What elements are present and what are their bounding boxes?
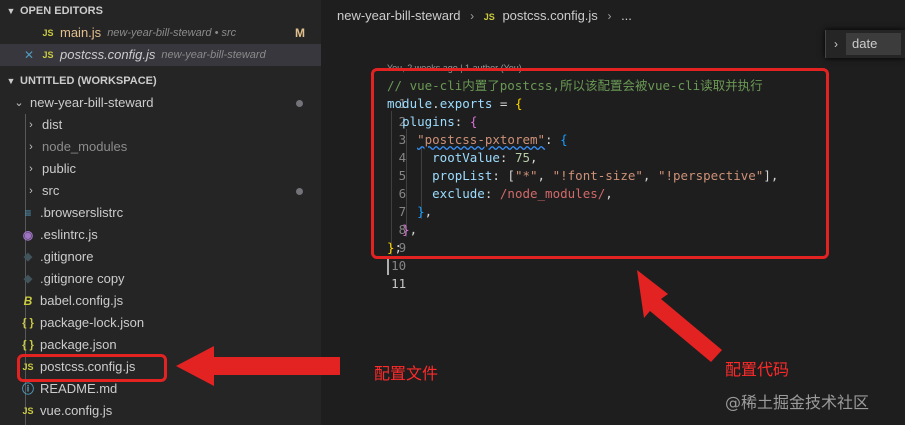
watermark: @稀土掘金技术社区 <box>725 393 870 412</box>
arrow-to-code <box>637 270 722 362</box>
config-file-label: 配置文件 <box>374 364 439 383</box>
config-code-label: 配置代码 <box>725 360 790 379</box>
arrow-to-file <box>176 346 340 386</box>
